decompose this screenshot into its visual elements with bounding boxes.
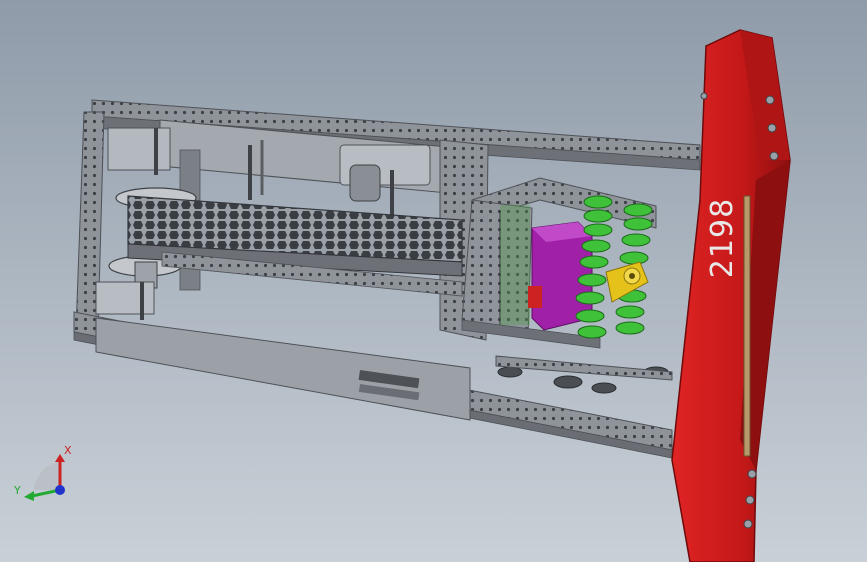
bumper[interactable]: 2198	[671, 29, 791, 562]
y-axis-label: Y	[13, 484, 21, 497]
bumper-team-number: 2198	[705, 198, 740, 278]
triad-plane-icon	[34, 462, 60, 490]
lift-arm[interactable]	[127, 195, 463, 297]
z-axis-icon	[55, 485, 65, 495]
reference-triad: X Y	[13, 444, 72, 501]
bumper-backing-board	[743, 195, 751, 457]
x-axis-label: X	[64, 444, 72, 457]
drive-wheels	[495, 355, 673, 394]
cad-model-view[interactable]: 2198	[0, 0, 867, 562]
graphics-viewport[interactable]: 2198 X Y	[0, 0, 867, 562]
